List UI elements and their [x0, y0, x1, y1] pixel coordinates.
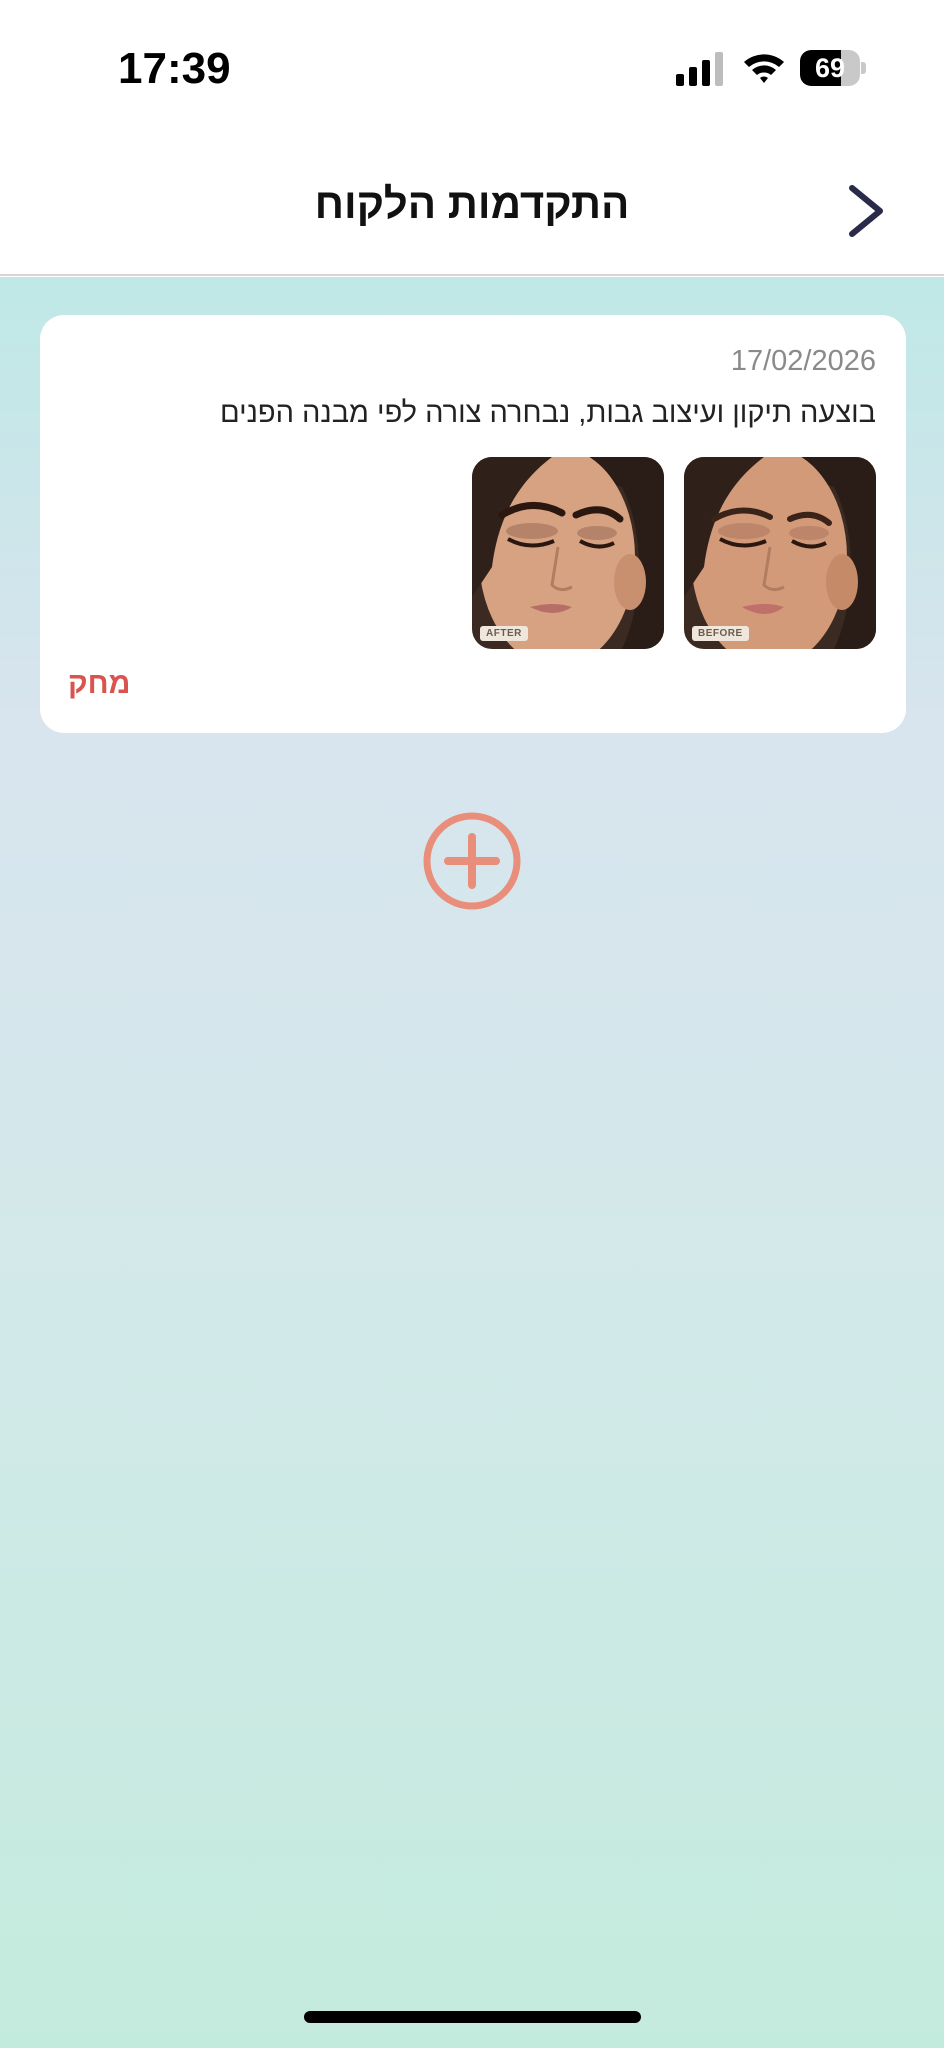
delete-button[interactable]: מחק [68, 667, 130, 701]
after-label: AFTER [480, 626, 528, 641]
back-button[interactable] [836, 178, 896, 244]
home-indicator[interactable] [304, 2011, 641, 2023]
entry-description: בוצעה תיקון ועיצוב גבות, נבחרה צורה לפי … [220, 397, 876, 429]
wifi-icon [744, 54, 784, 83]
battery-level: 69 [814, 53, 846, 83]
battery-icon: 69 [800, 50, 866, 86]
before-photo[interactable]: BEFORE [684, 457, 876, 649]
chevron-right-icon [849, 185, 883, 237]
entry-date: 17/02/2026 [730, 345, 876, 377]
add-entry-button[interactable] [422, 811, 522, 911]
page-title: התקדמות הלקוח [314, 180, 630, 227]
face-photo-after [472, 457, 664, 649]
before-label: BEFORE [692, 626, 749, 641]
plus-circle-icon [423, 812, 521, 910]
after-photo[interactable]: AFTER [472, 457, 664, 649]
nav-header: התקדמות הלקוח [0, 140, 944, 276]
face-photo-before [684, 457, 876, 649]
signal-icon [676, 52, 723, 86]
progress-list: 17/02/2026 בוצעה תיקון ועיצוב גבות, נבחר… [0, 277, 944, 2048]
status-time: 17:39 [118, 44, 231, 93]
progress-card: 17/02/2026 בוצעה תיקון ועיצוב גבות, נבחר… [40, 315, 906, 733]
status-bar: 17:39 69 [0, 0, 944, 140]
